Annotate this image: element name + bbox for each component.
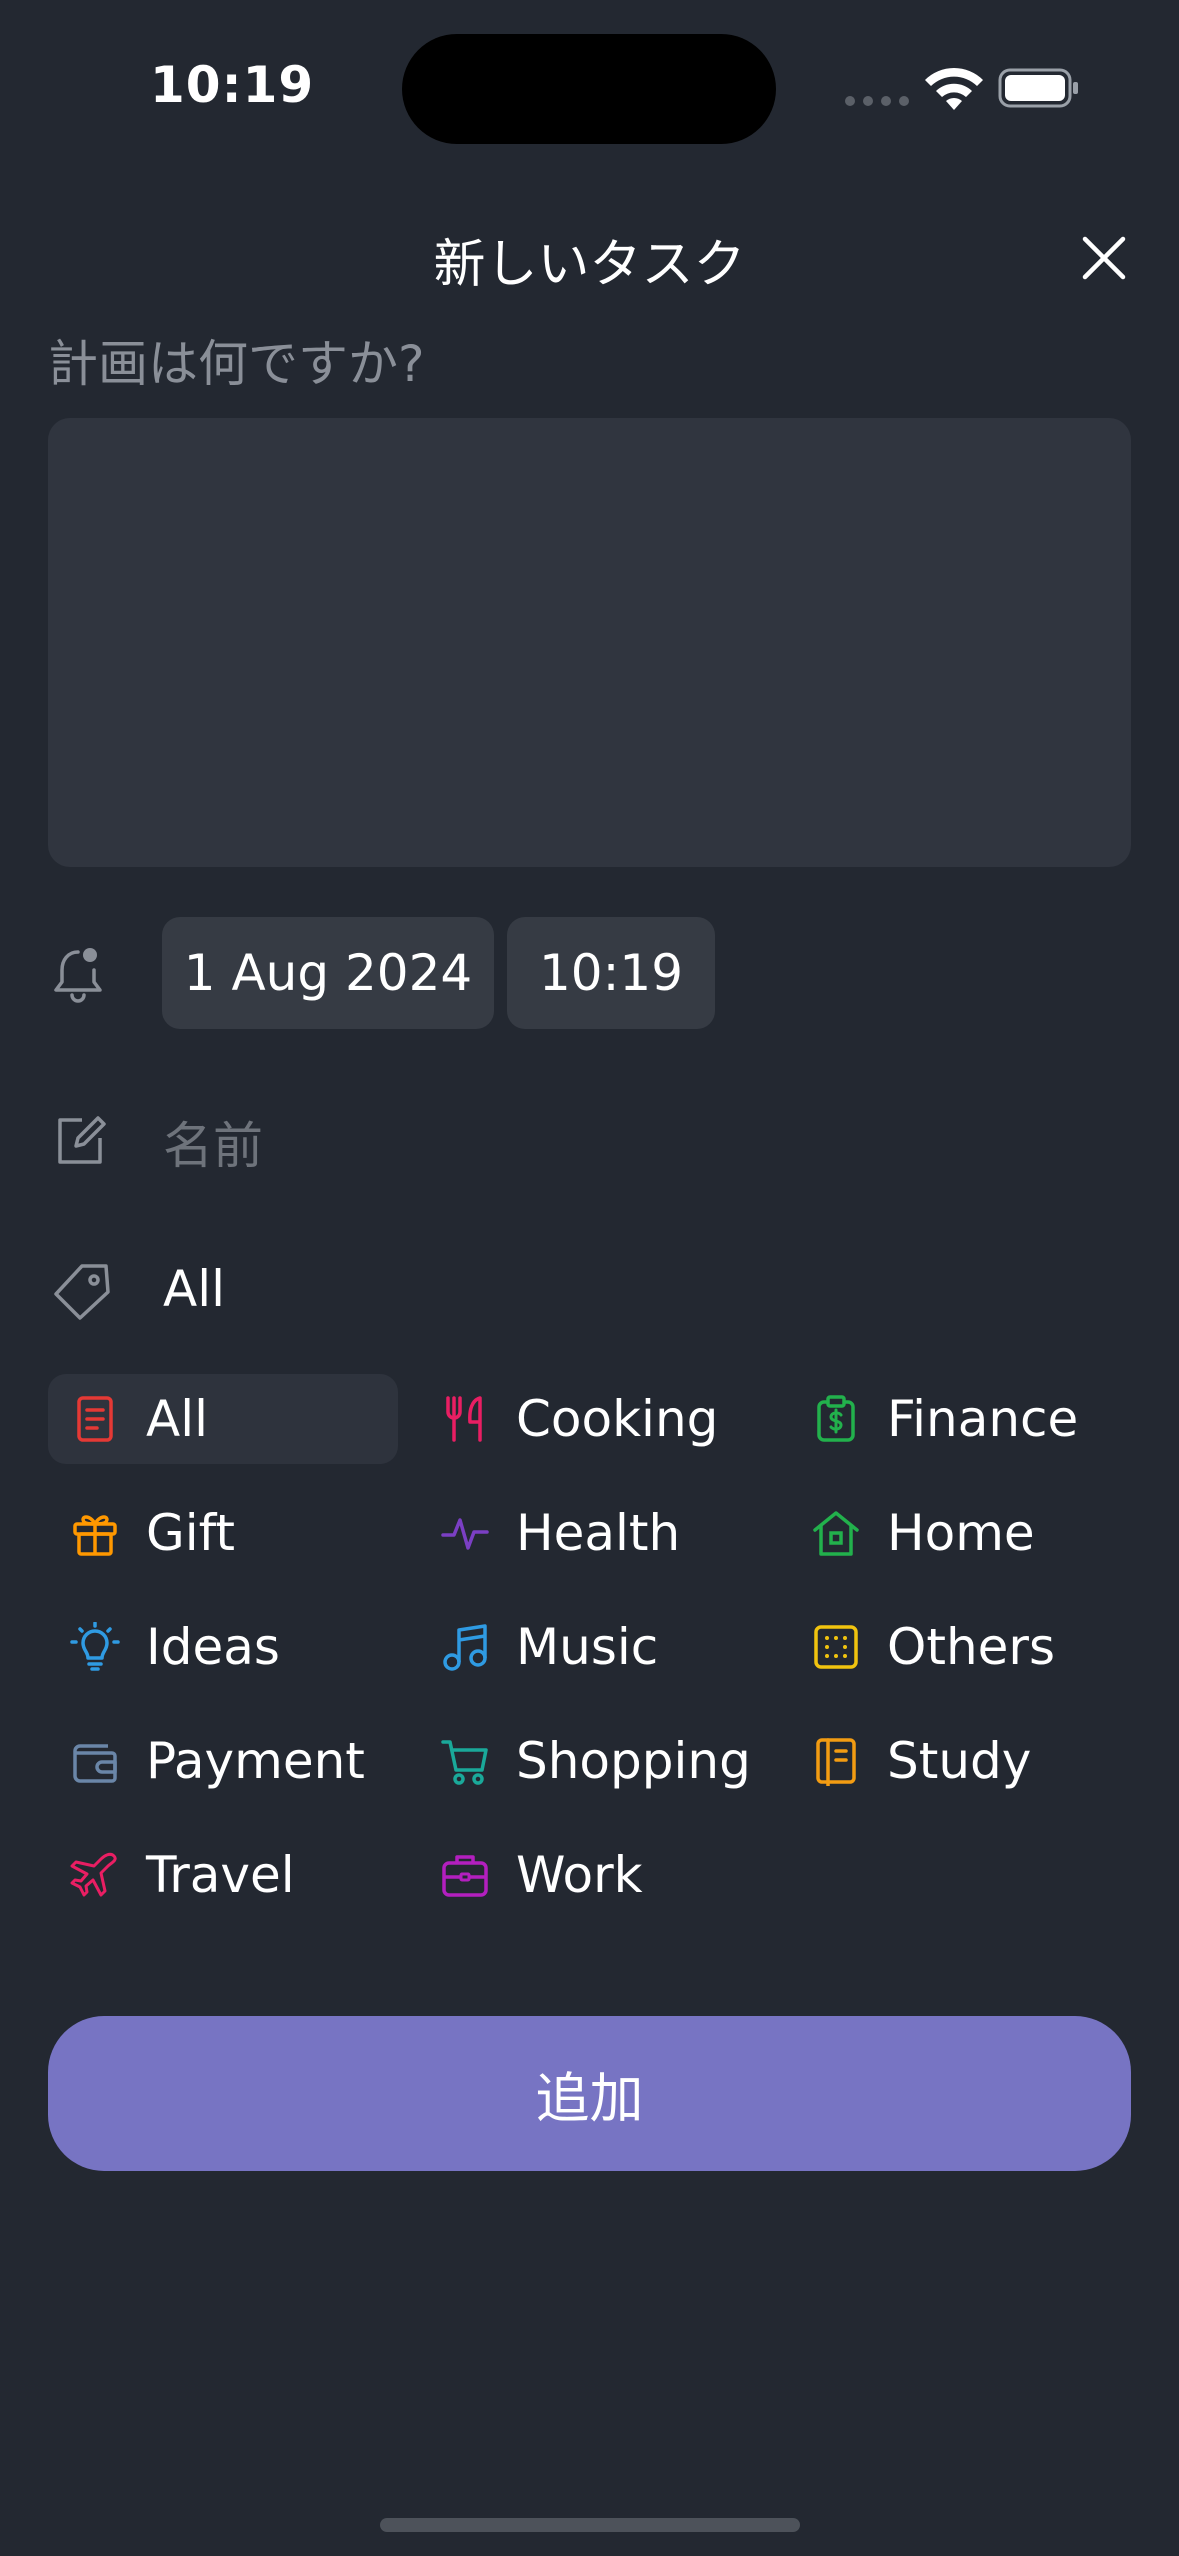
category-gift[interactable]: Gift: [70, 1488, 235, 1578]
category-label: Cooking: [516, 1390, 719, 1448]
category-label: Health: [516, 1504, 681, 1562]
category-payment[interactable]: Payment: [70, 1716, 365, 1806]
date-picker[interactable]: 1 Aug 2024: [162, 917, 494, 1029]
pulse-icon: [441, 1518, 489, 1550]
category-study[interactable]: Study: [811, 1716, 1031, 1806]
category-label: Ideas: [146, 1618, 280, 1676]
category-label: Gift: [146, 1504, 235, 1562]
category-label: Payment: [146, 1732, 365, 1790]
time-picker[interactable]: 10:19: [507, 917, 715, 1029]
category-shopping[interactable]: Shopping: [440, 1716, 751, 1806]
edit-icon: [58, 1116, 106, 1164]
page-title: 新しいタスク: [433, 235, 746, 295]
category-label: Others: [887, 1618, 1056, 1676]
house-icon: [813, 1511, 859, 1556]
task-question-label: 計画は何ですか?: [48, 335, 425, 393]
wifi-icon: [925, 67, 983, 110]
tag-icon: [54, 1264, 110, 1320]
category-label: Shopping: [516, 1732, 751, 1790]
category-all[interactable]: All: [48, 1374, 398, 1464]
utensils-icon: [446, 1396, 482, 1442]
name-input[interactable]: 名前: [163, 1106, 263, 1178]
category-home[interactable]: Home: [811, 1488, 1035, 1578]
category-health[interactable]: Health: [440, 1488, 680, 1578]
category-ideas[interactable]: Ideas: [70, 1602, 280, 1692]
selected-category: All: [163, 1260, 225, 1318]
category-finance[interactable]: Finance: [811, 1374, 1078, 1464]
category-label: Travel: [146, 1846, 295, 1904]
document-icon: [77, 1396, 113, 1442]
briefcase-icon: [442, 1855, 488, 1897]
add-button[interactable]: 追加: [48, 2016, 1131, 2171]
category-music[interactable]: Music: [440, 1602, 658, 1692]
clipboard-dollar-icon: [817, 1395, 855, 1442]
wallet-icon: [73, 1744, 117, 1783]
bell-icon: [54, 948, 102, 1003]
category-cooking[interactable]: Cooking: [440, 1374, 718, 1464]
category-work[interactable]: Work: [440, 1830, 643, 1920]
cellular-signal-icon: [845, 96, 909, 106]
battery-icon: [998, 68, 1078, 108]
lightbulb-icon: [70, 1622, 120, 1671]
airplane-icon: [70, 1852, 117, 1897]
category-label: Home: [887, 1504, 1035, 1562]
task-text-area[interactable]: [48, 418, 1131, 867]
cart-icon: [441, 1740, 488, 1785]
close-icon[interactable]: [1079, 233, 1129, 283]
category-others[interactable]: Others: [811, 1602, 1055, 1692]
category-label: Finance: [887, 1390, 1079, 1448]
category-label: Work: [516, 1846, 643, 1904]
category-label: All: [146, 1390, 208, 1448]
dotted-square-icon: [814, 1625, 858, 1669]
category-label: Study: [887, 1732, 1032, 1790]
home-indicator[interactable]: [380, 2518, 800, 2532]
notebook-icon: [816, 1738, 856, 1786]
gift-icon: [73, 1515, 117, 1556]
music-note-icon: [443, 1624, 487, 1671]
status-time: 10:19: [150, 56, 315, 114]
category-label: Music: [516, 1618, 659, 1676]
dynamic-island: [402, 34, 776, 144]
category-travel[interactable]: Travel: [70, 1830, 295, 1920]
